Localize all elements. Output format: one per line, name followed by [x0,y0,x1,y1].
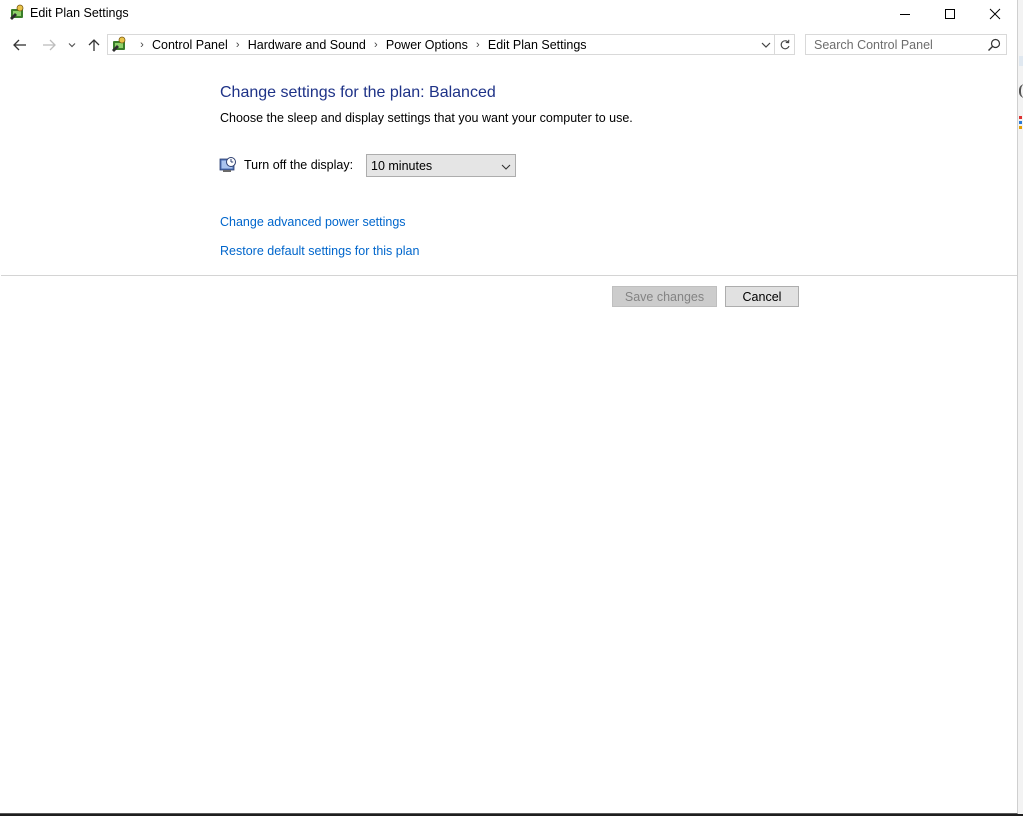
chevron-down-icon [500,160,512,172]
maximize-icon [945,9,955,19]
refresh-icon [780,39,790,49]
advanced-power-settings-link[interactable]: Change advanced power settings [220,215,406,229]
display-timeout-dropdown[interactable]: 10 minutes [366,154,516,177]
chevron-down-icon [68,43,76,48]
window-title: Edit Plan Settings [30,6,129,20]
breadcrumb-item-hardware-and-sound[interactable]: Hardware and Sound [248,38,366,52]
recent-locations-button[interactable] [64,33,80,57]
breadcrumb-item-control-panel[interactable]: Control Panel [152,38,228,52]
breadcrumb-separator-icon[interactable]: › [132,39,152,51]
maximize-button[interactable] [927,0,973,28]
edit-plan-settings-window: Edit Plan Settings › Control Panel › Har… [0,0,1018,814]
address-bar[interactable]: › Control Panel › Hardware and Sound › P… [107,34,775,55]
forward-button[interactable] [37,33,61,57]
back-arrow-icon [13,39,26,51]
address-history-button[interactable] [758,35,774,54]
breadcrumb-separator-icon[interactable]: › [228,39,248,51]
breadcrumb-item-edit-plan-settings[interactable]: Edit Plan Settings [488,38,587,52]
up-button[interactable] [82,33,106,57]
display-timeout-value: 10 minutes [371,159,433,173]
page-description: Choose the sleep and display settings th… [220,111,633,125]
back-button[interactable] [8,33,32,57]
minimize-button[interactable] [882,0,928,28]
chevron-down-icon [761,42,771,48]
refresh-button[interactable] [775,34,795,55]
control-panel-location-icon [110,36,128,54]
cancel-button[interactable]: Cancel [725,286,799,307]
display-timeout-label: Turn off the display: [244,158,354,172]
background-window-edge [1018,0,1023,816]
breadcrumb-separator-icon[interactable]: › [366,39,386,51]
search-icon[interactable] [986,37,1002,53]
save-changes-button[interactable]: Save changes [612,286,717,307]
close-icon [989,8,1001,20]
breadcrumb-separator-icon[interactable]: › [468,39,488,51]
display-timer-icon [219,156,237,174]
control-panel-icon [8,4,26,22]
restore-default-settings-link[interactable]: Restore default settings for this plan [220,244,419,258]
title-bar: Edit Plan Settings [0,0,1018,28]
close-button[interactable] [972,0,1018,28]
content-divider [1,275,1017,276]
search-box [805,34,1007,55]
breadcrumb-item-power-options[interactable]: Power Options [386,38,468,52]
search-input[interactable] [806,35,989,54]
minimize-icon [900,14,910,15]
page-title: Change settings for the plan: Balanced [220,84,496,101]
forward-arrow-icon [43,39,56,51]
up-arrow-icon [88,39,100,51]
breadcrumb: › Control Panel › Hardware and Sound › P… [132,35,587,54]
